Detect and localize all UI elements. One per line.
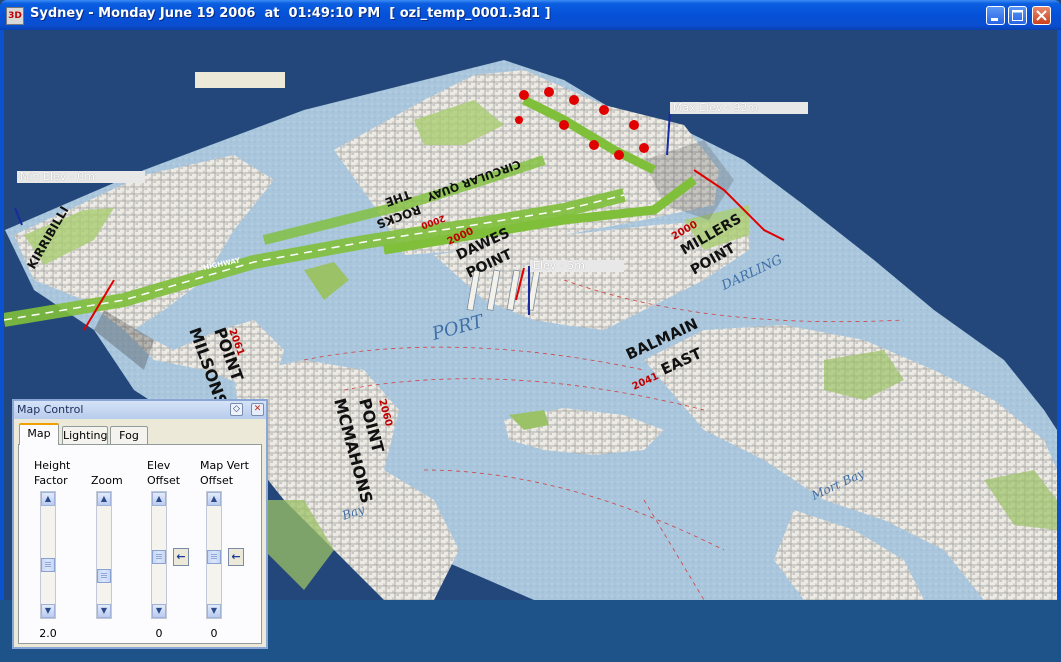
tab-fog[interactable]: Fog xyxy=(110,426,148,444)
height-factor-slider[interactable]: ▲ ▼ xyxy=(40,491,56,619)
zoom-down-button[interactable]: ▼ xyxy=(97,604,111,618)
map-vert-offset-down-button[interactable]: ▼ xyxy=(207,604,221,618)
height-factor-label-2: Factor xyxy=(34,474,68,487)
tab-map[interactable]: Map xyxy=(19,423,59,445)
height-factor-up-button[interactable]: ▲ xyxy=(41,492,55,506)
map-vert-offset-label-1: Map Vert xyxy=(200,459,249,472)
arrow-left-icon: ← xyxy=(176,550,186,563)
app-3d-icon: 3D xyxy=(6,7,24,25)
map-vert-offset-up-button[interactable]: ▲ xyxy=(207,492,221,506)
map-vert-offset-thumb[interactable] xyxy=(207,550,221,564)
map-control-title-bar[interactable]: Map Control ◇ ✕ xyxy=(14,401,266,419)
blank-label-box xyxy=(195,72,285,88)
minimize-icon xyxy=(991,18,998,21)
close-button[interactable] xyxy=(1032,6,1051,25)
elev-offset-label-2: Offset xyxy=(147,474,181,487)
maximize-icon xyxy=(1012,10,1023,21)
minimize-button[interactable] xyxy=(986,6,1005,25)
panel-pin-button[interactable]: ◇ xyxy=(230,403,243,416)
pin-icon: ◇ xyxy=(233,404,240,414)
panel-close-button[interactable]: ✕ xyxy=(251,403,264,416)
zoom-thumb[interactable] xyxy=(97,569,111,583)
elev-offset-thumb[interactable] xyxy=(152,550,166,564)
elev-offset-down-button[interactable]: ▼ xyxy=(152,604,166,618)
elev-offset-value: 0 xyxy=(155,627,163,640)
window-title-bar[interactable]: 3D Sydney - Monday June 19 2006 at 01:49… xyxy=(0,0,1061,30)
maximize-button[interactable] xyxy=(1008,6,1027,25)
close-icon: ✕ xyxy=(253,404,262,414)
max-elev-label: Max Elev - 92m xyxy=(670,102,808,114)
zoom-up-button[interactable]: ▲ xyxy=(97,492,111,506)
tab-lighting[interactable]: Lighting xyxy=(62,426,108,444)
elev-offset-reset-button[interactable]: ← xyxy=(173,548,189,566)
map-vert-offset-label-2: Offset xyxy=(200,474,234,487)
height-factor-thumb[interactable] xyxy=(41,558,55,572)
height-factor-down-button[interactable]: ▼ xyxy=(41,604,55,618)
elev-label: Elev - 5m xyxy=(530,260,624,272)
arrow-left-icon: ← xyxy=(231,550,241,563)
zoom-label: Zoom xyxy=(91,474,123,487)
map-vert-offset-value: 0 xyxy=(210,627,218,640)
elev-offset-label-1: Elev xyxy=(147,459,171,472)
height-factor-label-1: Height xyxy=(34,459,71,472)
elev-offset-up-button[interactable]: ▲ xyxy=(152,492,166,506)
window-title: Sydney - Monday June 19 2006 at 01:49:10… xyxy=(30,6,551,21)
window-frame-right xyxy=(1057,30,1061,600)
map-control-panel[interactable]: Map Control ◇ ✕ Lighting Fog Map Height … xyxy=(12,399,268,649)
map-vert-offset-reset-button[interactable]: ← xyxy=(228,548,244,566)
map-control-title: Map Control xyxy=(17,403,84,416)
map-vert-offset-slider[interactable]: ▲ ▼ xyxy=(206,491,222,619)
height-factor-value: 2.0 xyxy=(39,627,57,640)
elev-offset-slider[interactable]: ▲ ▼ xyxy=(151,491,167,619)
close-icon xyxy=(1036,10,1047,21)
min-elev-label: Min Elev - 0m xyxy=(17,171,145,183)
zoom-slider[interactable]: ▲ ▼ xyxy=(96,491,112,619)
min-elev-marker xyxy=(14,207,23,226)
